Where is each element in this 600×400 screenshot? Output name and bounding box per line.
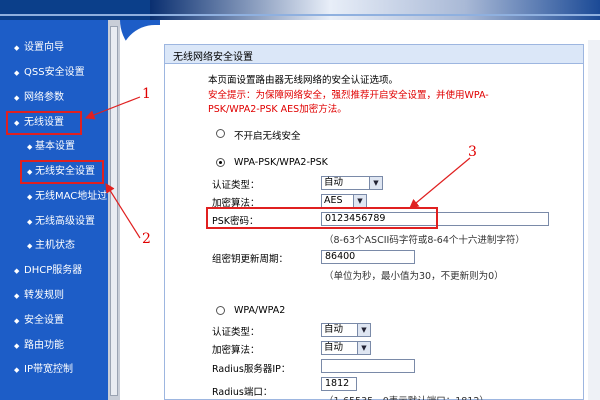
arrow-2 (105, 182, 141, 239)
annotation-arrows (84, 96, 471, 239)
arrow-3 (409, 157, 471, 209)
arrow-1 (84, 96, 141, 120)
